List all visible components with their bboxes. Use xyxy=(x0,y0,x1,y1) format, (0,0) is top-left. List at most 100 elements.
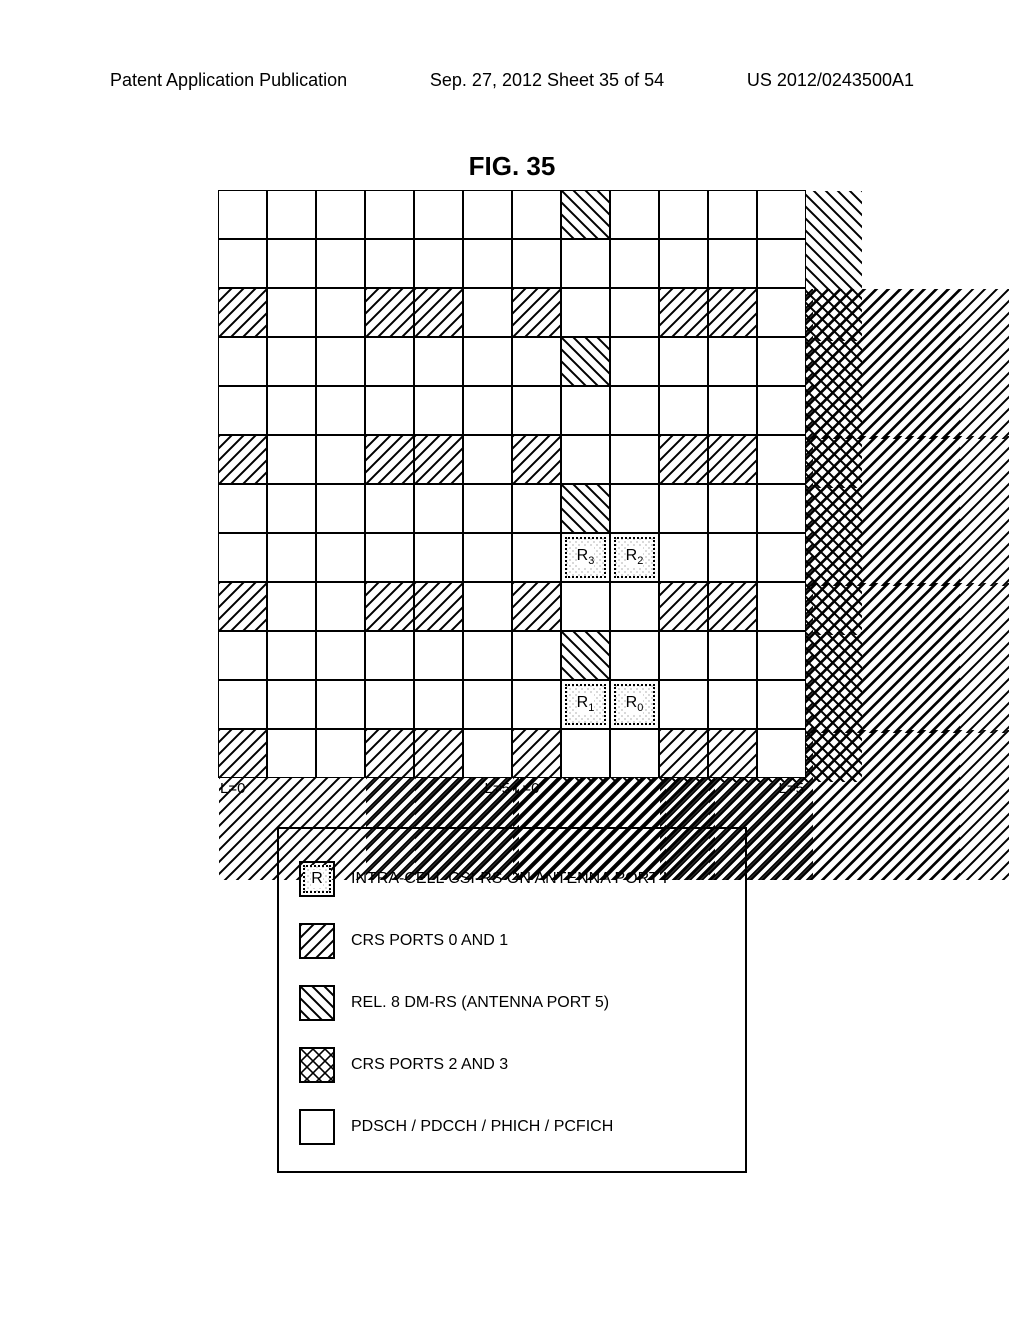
grid-cell xyxy=(659,582,708,631)
grid-cell xyxy=(708,239,757,288)
grid-cell xyxy=(218,337,267,386)
csi-rs-cell-r1: R1 xyxy=(561,680,610,729)
grid-cell xyxy=(463,729,512,778)
grid-cell xyxy=(316,190,365,239)
grid-cell xyxy=(267,288,316,337)
grid-cell xyxy=(463,288,512,337)
grid-cell xyxy=(414,288,463,337)
grid-cell xyxy=(365,386,414,435)
grid-cell xyxy=(561,435,610,484)
grid-cell xyxy=(610,190,659,239)
grid-cell xyxy=(757,386,806,435)
grid-cell xyxy=(414,435,463,484)
grid-cell xyxy=(463,631,512,680)
grid-cell xyxy=(414,337,463,386)
grid-cell xyxy=(610,386,659,435)
grid-cell xyxy=(316,484,365,533)
header-left: Patent Application Publication xyxy=(110,70,347,91)
grid-cell xyxy=(708,680,757,729)
grid-cell xyxy=(365,680,414,729)
grid-cell xyxy=(365,190,414,239)
grid-cell xyxy=(757,729,806,778)
grid-cell xyxy=(316,631,365,680)
grid-cell xyxy=(659,533,708,582)
grid-cell xyxy=(316,239,365,288)
grid-cell xyxy=(218,288,267,337)
grid-cell xyxy=(218,680,267,729)
grid-cell xyxy=(267,190,316,239)
grid-cell xyxy=(267,533,316,582)
grid-cell xyxy=(561,484,610,533)
grid-cell xyxy=(512,484,561,533)
grid-cell xyxy=(708,631,757,680)
grid-cell xyxy=(414,190,463,239)
grid-cell xyxy=(708,386,757,435)
header-center: Sep. 27, 2012 Sheet 35 of 54 xyxy=(430,70,664,91)
grid-cell xyxy=(610,631,659,680)
csi-rs-cell-r3: R3 xyxy=(561,533,610,582)
grid-cell xyxy=(365,484,414,533)
grid-cell xyxy=(659,190,708,239)
grid-cell xyxy=(316,533,365,582)
grid-cell xyxy=(757,288,806,337)
grid-cell xyxy=(757,190,806,239)
grid-cell xyxy=(561,582,610,631)
grid-cell xyxy=(708,582,757,631)
grid-cell xyxy=(757,337,806,386)
legend-swatch-crs01 xyxy=(299,923,335,959)
grid-cell xyxy=(512,239,561,288)
grid-cell xyxy=(757,631,806,680)
grid-cell xyxy=(218,631,267,680)
grid-cell xyxy=(512,190,561,239)
grid-cell xyxy=(561,288,610,337)
legend-swatch-dmrs xyxy=(299,985,335,1021)
grid-cell xyxy=(757,582,806,631)
grid-cell xyxy=(659,729,708,778)
grid-cell xyxy=(218,582,267,631)
grid-cell xyxy=(365,288,414,337)
grid-cell xyxy=(610,729,659,778)
grid-cell xyxy=(561,386,610,435)
grid-cell xyxy=(757,239,806,288)
grid-cell xyxy=(267,582,316,631)
grid-cell xyxy=(463,435,512,484)
grid-cell xyxy=(610,435,659,484)
grid-cell xyxy=(561,631,610,680)
grid-cell xyxy=(512,729,561,778)
grid-cell xyxy=(757,484,806,533)
grid-cell xyxy=(218,729,267,778)
legend-text-pdsch: PDSCH / PDCCH / PHICH / PCFICH xyxy=(351,1118,613,1136)
grid-cell xyxy=(316,729,365,778)
grid-cell xyxy=(659,435,708,484)
grid-cell xyxy=(659,288,708,337)
grid-cell xyxy=(659,484,708,533)
grid-cell xyxy=(365,239,414,288)
grid-cell xyxy=(708,337,757,386)
grid-cell xyxy=(561,190,610,239)
grid-cell xyxy=(218,435,267,484)
grid-cell xyxy=(267,484,316,533)
grid-cell xyxy=(610,582,659,631)
grid-cell xyxy=(708,435,757,484)
grid-cell xyxy=(267,631,316,680)
grid-cell xyxy=(463,680,512,729)
grid-cell xyxy=(757,680,806,729)
grid-cell xyxy=(316,435,365,484)
grid-cell xyxy=(316,582,365,631)
grid-cell xyxy=(512,435,561,484)
grid-cell xyxy=(267,729,316,778)
grid-cell xyxy=(365,435,414,484)
grid-cell xyxy=(463,533,512,582)
legend-text-crs01: CRS PORTS 0 AND 1 xyxy=(351,932,508,950)
grid-cell xyxy=(267,435,316,484)
legend-swatch-crs23 xyxy=(299,1047,335,1083)
grid-cell xyxy=(512,533,561,582)
grid-cell xyxy=(610,337,659,386)
legend-swatch-pdsch xyxy=(299,1109,335,1145)
grid-cell xyxy=(267,337,316,386)
grid-cell xyxy=(610,288,659,337)
grid-cell xyxy=(512,288,561,337)
grid-cell xyxy=(512,337,561,386)
grid-cell xyxy=(218,533,267,582)
grid-cell xyxy=(414,582,463,631)
